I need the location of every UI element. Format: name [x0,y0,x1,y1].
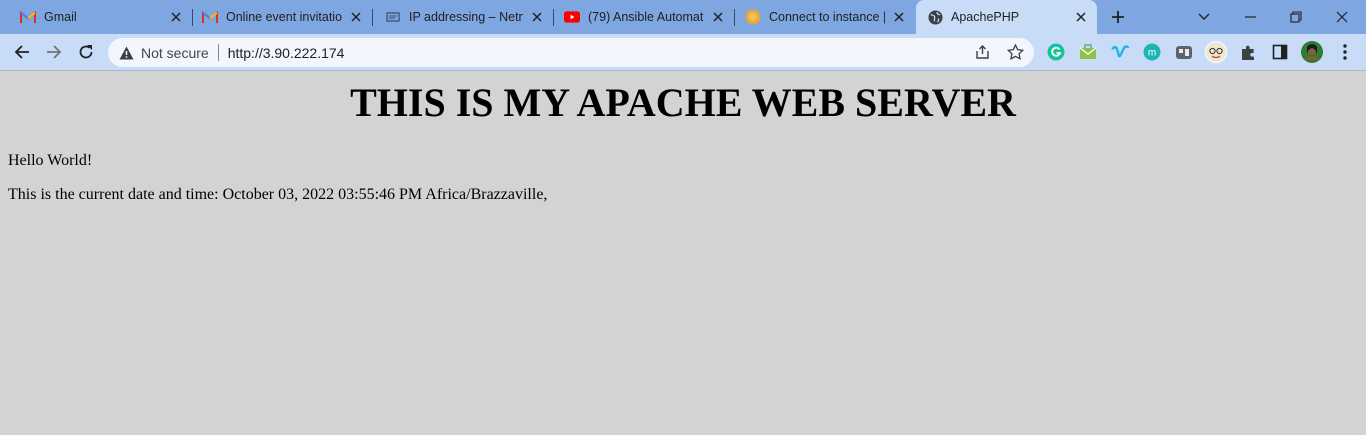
tab-strip: Gmail Online event invitation IP address… [0,0,1366,34]
tab-title: Online event invitation [226,10,342,24]
side-panel-icon[interactable] [1270,42,1290,62]
tab-youtube-ansible[interactable]: (79) Ansible Automatio [554,0,735,34]
security-status-label[interactable]: Not secure [141,45,209,61]
omnibox-divider [217,44,219,61]
document-icon [385,9,401,25]
gmail-icon [202,9,218,25]
toolbox-extension-icon[interactable] [1174,42,1194,62]
tab-title: Connect to instance | I [769,10,885,24]
extensions-puzzle-icon[interactable] [1238,42,1258,62]
globe-icon [927,9,943,25]
svg-text:m: m [1148,48,1156,59]
close-icon[interactable] [710,9,726,25]
gmail-icon [20,9,36,25]
greeting-text: Hello World! [8,152,93,169]
grammarly-icon[interactable] [1046,42,1066,62]
tab-gmail[interactable]: Gmail [12,0,193,34]
m-extension-icon[interactable]: m [1142,42,1162,62]
share-icon[interactable] [974,43,992,61]
mail-extension-icon[interactable] [1078,42,1098,62]
tab-apachephp[interactable]: ApachePHP [916,0,1097,34]
tab-title: (79) Ansible Automatio [588,10,704,24]
reload-button[interactable] [76,42,96,62]
menu-kebab-icon[interactable] [1335,42,1355,62]
close-icon[interactable] [1073,9,1089,25]
youtube-icon [564,9,580,25]
close-icon[interactable] [529,9,545,25]
web-page: THIS IS MY APACHE WEB SERVER Hello World… [0,71,1366,435]
tab-title: Gmail [44,10,77,24]
tab-connect-instance[interactable]: Connect to instance | I [735,0,915,34]
minimize-button[interactable] [1239,6,1261,28]
warning-icon[interactable] [118,45,134,61]
forward-button[interactable] [44,42,64,62]
tab-online-event[interactable]: Online event invitation [192,0,373,34]
tab-ip-addressing[interactable]: IP addressing – Netms [373,0,554,34]
restore-button[interactable] [1285,6,1307,28]
vimeo-icon[interactable] [1110,42,1130,62]
close-icon[interactable] [891,9,907,25]
tab-title: ApachePHP [951,10,1020,24]
tab-search-button[interactable] [1193,6,1215,28]
close-icon[interactable] [168,9,184,25]
url-text[interactable]: http://3.90.222.174 [228,45,345,61]
back-button[interactable] [12,42,32,62]
datetime-text: This is the current date and time: Octob… [8,186,548,203]
new-tab-button[interactable] [1108,7,1128,27]
page-heading: THIS IS MY APACHE WEB SERVER [350,80,1016,125]
browser-toolbar: Not secure http://3.90.222.174 m [0,34,1366,71]
address-bar[interactable]: Not secure http://3.90.222.174 [108,38,1034,67]
profile-extension-icon[interactable] [1205,41,1227,63]
tab-title: IP addressing – Netms [409,10,523,24]
bookmark-star-icon[interactable] [1006,43,1024,61]
close-window-button[interactable] [1331,6,1353,28]
aws-icon [745,9,761,25]
close-icon[interactable] [348,9,364,25]
profile-avatar[interactable] [1301,41,1323,63]
